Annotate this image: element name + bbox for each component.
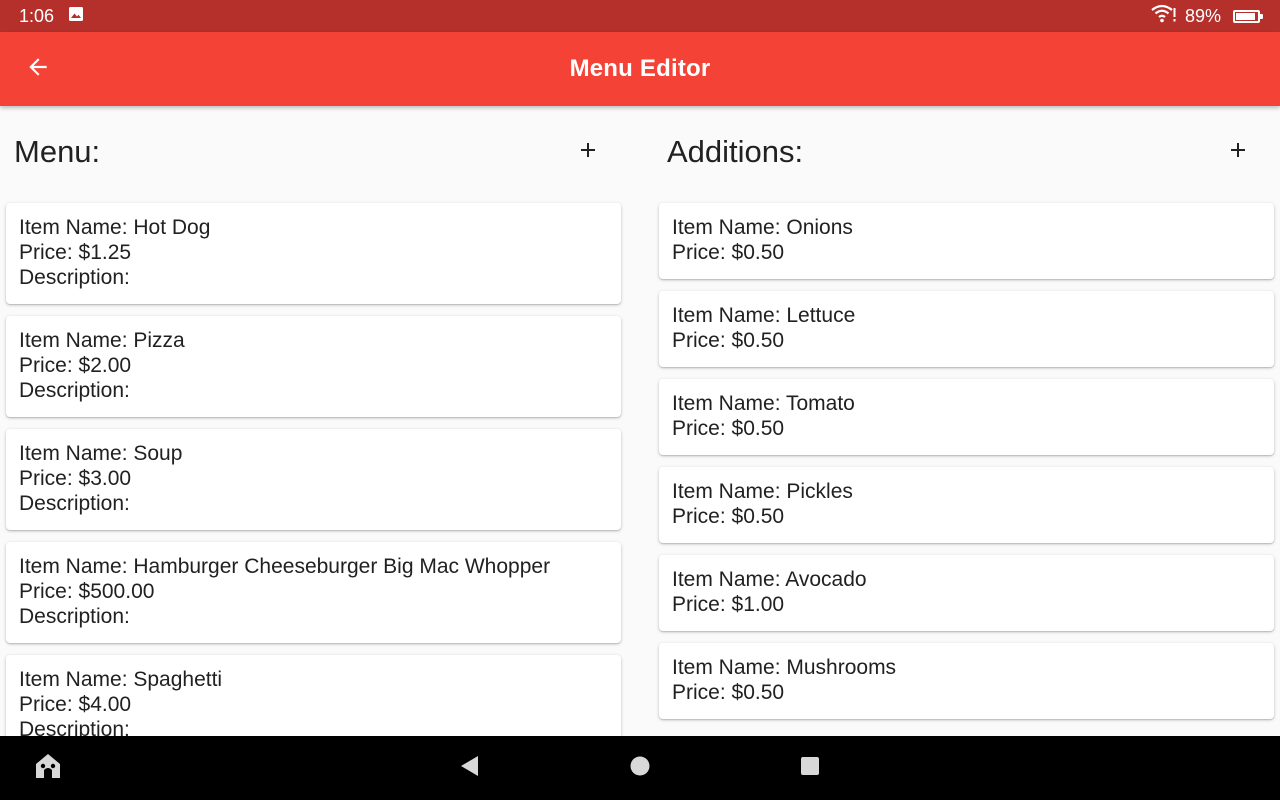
addition-item-card[interactable]: Item Name: Tomato Price: $0.50 <box>659 379 1274 455</box>
item-name: Item Name: Onions <box>672 216 853 239</box>
item-description: Description: <box>19 379 130 402</box>
menu-item-card[interactable]: Item Name: Hot Dog Price: $1.25 Descript… <box>6 203 621 304</box>
item-price: Price: $3.00 <box>19 467 132 490</box>
item-price: Price: $0.50 <box>672 241 785 264</box>
item-price: Price: $0.50 <box>672 681 785 704</box>
item-description: Description: <box>19 605 130 628</box>
additions-list: Item Name: Onions Price: $0.50 Item Name… <box>659 203 1276 731</box>
menu-list: Item Name: Hot Dog Price: $1.25 Descript… <box>6 203 623 736</box>
item-description: Description: <box>19 266 130 289</box>
item-name: Item Name: Pickles <box>672 480 853 503</box>
back-button[interactable] <box>20 51 56 87</box>
additions-title: Additions: <box>667 134 804 169</box>
item-name: Item Name: Lettuce <box>672 304 856 327</box>
home-button[interactable] <box>32 752 64 784</box>
item-name: Item Name: Avocado <box>672 568 867 591</box>
item-price: Price: $4.00 <box>19 693 132 716</box>
item-price: Price: $0.50 <box>672 417 785 440</box>
item-price: Price: $2.00 <box>19 354 132 377</box>
add-addition-button[interactable] <box>1218 132 1258 172</box>
addition-item-card[interactable]: Item Name: Lettuce Price: $0.50 <box>659 291 1274 367</box>
home-circle-icon <box>629 755 651 782</box>
menu-column: Menu: Item Name: Hot Dog Price: $1.25 De… <box>6 106 623 736</box>
menu-item-card[interactable]: Item Name: Soup Price: $3.00 Description… <box>6 429 621 530</box>
battery-percent: 89% <box>1184 5 1221 26</box>
item-name: Item Name: Spaghetti <box>19 668 223 691</box>
item-description: Description: <box>19 718 130 736</box>
recents-nav-button[interactable] <box>794 752 826 784</box>
menu-item-card[interactable]: Item Name: Spaghetti Price: $4.00 Descri… <box>6 655 621 736</box>
plus-icon <box>576 138 600 167</box>
menu-header: Menu: <box>6 132 623 172</box>
menu-item-card[interactable]: Item Name: Pizza Price: $2.00 Descriptio… <box>6 316 621 417</box>
page-title: Menu Editor <box>569 55 711 82</box>
app-bar: Menu Editor <box>0 32 1280 106</box>
add-menu-item-button[interactable] <box>568 132 608 172</box>
home-nav-button[interactable] <box>624 752 656 784</box>
item-name: Item Name: Soup <box>19 442 183 465</box>
additions-column: Additions: Item Name: Onions Price: $0.5… <box>659 106 1276 736</box>
status-right: 89% <box>1151 4 1263 29</box>
item-price: Price: $500.00 <box>19 580 155 603</box>
status-left: 1:06 <box>19 6 84 27</box>
gallery-icon <box>68 6 84 27</box>
additions-header: Additions: <box>659 132 1276 172</box>
plus-icon <box>1226 138 1250 167</box>
recents-square-icon <box>799 755 821 782</box>
item-name: Item Name: Pizza <box>19 329 185 352</box>
wifi-icon <box>1151 4 1177 29</box>
item-description: Description: <box>19 492 130 515</box>
arrow-back-icon <box>25 54 51 85</box>
status-bar: 1:06 89% <box>0 0 1280 32</box>
item-price: Price: $1.25 <box>19 241 132 264</box>
status-time: 1:06 <box>19 5 55 26</box>
addition-item-card[interactable]: Item Name: Pickles Price: $0.50 <box>659 467 1274 543</box>
menu-item-card[interactable]: Item Name: Hamburger Cheeseburger Big Ma… <box>6 542 621 643</box>
addition-item-card[interactable]: Item Name: Onions Price: $0.50 <box>659 203 1274 279</box>
addition-item-card[interactable]: Item Name: Mushrooms Price: $0.50 <box>659 643 1274 719</box>
battery-icon <box>1233 9 1263 23</box>
item-name: Item Name: Hot Dog <box>19 216 211 239</box>
item-price: Price: $0.50 <box>672 329 785 352</box>
item-name: Item Name: Hamburger Cheeseburger Big Ma… <box>19 555 551 578</box>
item-name: Item Name: Mushrooms <box>672 656 897 679</box>
battery-level <box>1236 12 1255 20</box>
main-content: Menu: Item Name: Hot Dog Price: $1.25 De… <box>0 106 1280 736</box>
item-price: Price: $0.50 <box>672 505 785 528</box>
back-triangle-icon <box>458 754 480 783</box>
back-nav-button[interactable] <box>453 752 485 784</box>
navigation-bar <box>0 736 1280 800</box>
home-icon <box>33 752 63 785</box>
menu-title: Menu: <box>14 134 101 169</box>
addition-item-card[interactable]: Item Name: Avocado Price: $1.00 <box>659 555 1274 631</box>
item-name: Item Name: Tomato <box>672 392 855 415</box>
item-price: Price: $1.00 <box>672 593 785 616</box>
